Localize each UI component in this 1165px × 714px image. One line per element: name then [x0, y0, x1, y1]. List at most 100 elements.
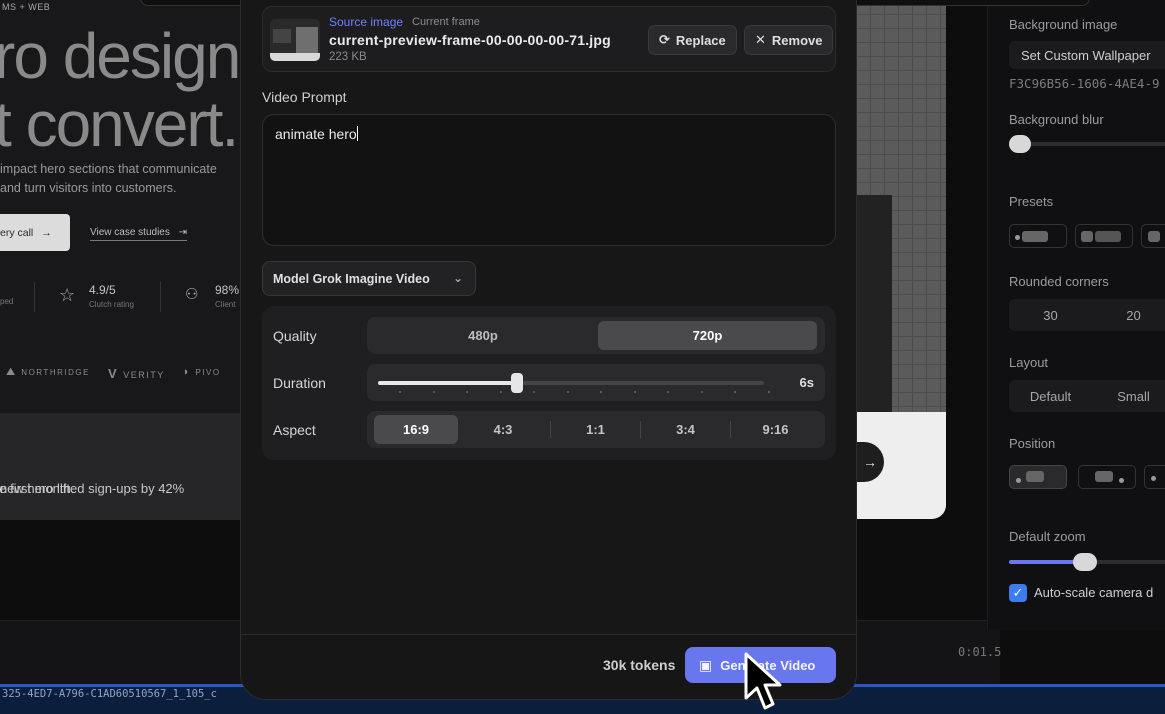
set-wallpaper-button[interactable]: Set Custom Wallpaper	[1009, 41, 1165, 69]
site-case-link: View case studies ⇥	[90, 227, 188, 241]
thumb-block	[270, 53, 320, 61]
carousel-next-button: →	[856, 442, 884, 482]
verity-v-icon: V	[107, 366, 124, 381]
wallpaper-id: F3C96B56-1606-4AE4-9	[1009, 76, 1160, 91]
duration-label: Duration	[273, 375, 326, 391]
logo-northridge: ⛰ NORTHRIDGE	[6, 366, 90, 378]
position-option-center[interactable]	[1078, 465, 1136, 489]
video-prompt-label: Video Prompt	[262, 89, 347, 105]
position-row	[1009, 465, 1165, 489]
site-subtext: impact hero sections that communicate an…	[0, 160, 217, 198]
site-sub-line2: and turn visitors into customers.	[0, 181, 177, 195]
duration-value: 6s	[799, 375, 814, 390]
video-prompt-value: animate hero	[275, 126, 357, 142]
duration-tick	[466, 391, 468, 393]
mouse-cursor-icon	[744, 652, 782, 710]
aspect-option-1-1[interactable]: 1:1	[551, 415, 640, 444]
quality-option-720p[interactable]: 720p	[598, 321, 817, 350]
blur-slider-track[interactable]	[1009, 142, 1165, 146]
duration-tick	[432, 391, 435, 393]
site-case-label: View case studies	[90, 227, 170, 238]
logo-verity: V VERITY	[107, 366, 165, 381]
close-icon: ✕	[755, 32, 766, 47]
aspect-option-3-4[interactable]: 3:4	[641, 415, 730, 444]
site-cta-label: ery call	[0, 226, 34, 239]
model-select[interactable]: Model Grok Imagine Video ⌄	[262, 261, 476, 296]
site-stat-2: 98% Client	[215, 283, 239, 309]
video-prompt-input[interactable]: animate hero	[262, 114, 836, 246]
replace-button[interactable]: ⟳ Replace	[648, 25, 737, 55]
token-cost: 30k tokens	[603, 657, 676, 673]
aspect-option-16-9[interactable]: 16:9	[374, 415, 458, 444]
background-blur-label: Background blur	[1009, 112, 1104, 127]
source-image-card: Source image Current frame current-previ…	[262, 6, 836, 72]
position-label: Position	[1009, 436, 1056, 451]
site-stat0-label: ped	[0, 297, 14, 306]
background-image-label: Background image	[1009, 17, 1118, 32]
duration-tick	[767, 391, 770, 393]
site-logo-row: ⛰ NORTHRIDGE V VERITY ◗ PIVO	[6, 366, 221, 381]
users-icon: ⚇	[185, 286, 199, 303]
duration-tick	[499, 391, 502, 393]
layout-segment: Default Small	[1009, 380, 1165, 412]
site-hero-line1: ro designs	[0, 20, 250, 92]
rounded-corners-segment: 30 20	[1009, 299, 1165, 331]
aspect-segment: 16:9 4:3 1:1 3:4 9:16	[367, 411, 825, 448]
duration-slider-knob[interactable]	[510, 373, 523, 393]
duration-tick	[600, 391, 602, 393]
site-stat1-value: 4.9/5	[89, 283, 116, 297]
zoom-slider-fill	[1009, 560, 1079, 564]
star-icon: ☆	[59, 285, 76, 305]
right-settings-panel: Background image Set Custom Wallpaper F3…	[987, 0, 1165, 630]
quality-segment: 480p 720p	[367, 317, 825, 354]
aspect-option-4-3[interactable]: 4:3	[461, 415, 545, 444]
text-caret	[356, 126, 358, 141]
checkmark-icon: ✓	[1012, 585, 1024, 600]
duration-tick	[667, 391, 669, 393]
aspect-option-9-16[interactable]: 9:16	[731, 415, 820, 444]
quality-option-480p[interactable]: 480p	[371, 321, 595, 350]
autoscale-checkbox[interactable]: ✓	[1009, 584, 1027, 602]
app-root: MS + WEB ro designs t convert. impact he…	[0, 0, 1165, 714]
mountain-icon: ⛰	[6, 366, 22, 378]
divider	[34, 282, 35, 312]
logo-pivo: ◗ PIVO	[182, 366, 221, 378]
remove-button[interactable]: ✕ Remove	[744, 25, 834, 55]
duration-tick	[734, 391, 736, 393]
autoscale-label: Auto-scale camera d	[1034, 585, 1154, 600]
site-sub-line1: impact hero sections that communicate	[0, 162, 217, 176]
arrow-right-icon: →	[41, 226, 52, 239]
rounded-option-30[interactable]: 30	[1009, 299, 1092, 331]
quality-label: Quality	[273, 328, 317, 344]
position-option-left[interactable]	[1009, 465, 1067, 489]
arrow-bar-icon: ⇥	[178, 227, 188, 238]
site-stat2-label: Client	[215, 300, 236, 309]
site-quote-line2: he first month.	[0, 481, 75, 496]
preview-doorway	[856, 195, 892, 412]
preset-option-3[interactable]	[1141, 224, 1165, 248]
video-settings-panel: Quality 480p 720p Duration 6s Aspect 16:…	[262, 306, 836, 460]
position-option-right[interactable]	[1144, 465, 1165, 489]
site-stat-1: 4.9/5 Clutch rating	[89, 283, 134, 309]
zoom-slider-knob[interactable]	[1073, 553, 1097, 571]
layout-option-small[interactable]: Small	[1092, 380, 1165, 412]
thumb-block	[273, 29, 291, 43]
divider	[160, 282, 161, 312]
layout-option-default[interactable]: Default	[1009, 380, 1092, 412]
preset-option-2[interactable]	[1075, 224, 1133, 248]
thumb-block	[296, 27, 318, 53]
source-current-frame-label: Current frame	[412, 16, 480, 28]
refresh-icon: ⟳	[659, 32, 670, 47]
duration-tick	[700, 391, 703, 393]
duration-slider-fill	[378, 381, 517, 385]
timeline-timecode: 0:01.5	[958, 645, 1002, 659]
preset-option-1[interactable]	[1009, 224, 1067, 248]
status-bar-text: 325-4ED7-A796-C1AD60510567_1_105_c	[2, 688, 217, 700]
blur-slider-knob[interactable]	[1009, 135, 1031, 153]
rounded-option-20[interactable]: 20	[1092, 299, 1165, 331]
duration-control: 6s	[367, 364, 825, 401]
source-filesize: 223 KB	[329, 51, 367, 63]
site-testimonial: r new hero lifted sign-ups by 42% he fir…	[0, 413, 250, 520]
site-cta-button: ery call →	[0, 214, 70, 251]
model-select-label: Model Grok Imagine Video	[273, 271, 430, 286]
